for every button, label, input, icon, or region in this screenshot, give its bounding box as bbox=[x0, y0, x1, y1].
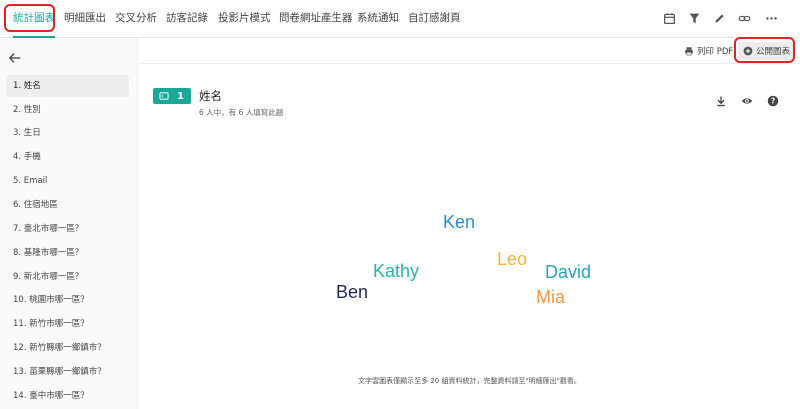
sidebar: 1. 姓名 2. 性別 3. 生日 4. 手機 5. Email 6. 住宿地區… bbox=[0, 38, 138, 409]
public-chart-button[interactable]: 公開圖表 bbox=[738, 42, 796, 60]
sidebar-item-12[interactable]: 12. 新竹縣哪一鄉鎮市？ bbox=[6, 337, 129, 359]
tab-slideshow-mode[interactable]: 投影片模式 bbox=[218, 0, 271, 37]
calendar-icon[interactable] bbox=[661, 10, 677, 26]
question-title: 姓名 bbox=[199, 89, 222, 103]
more-icon[interactable] bbox=[763, 10, 779, 26]
pencil-icon[interactable] bbox=[711, 10, 727, 26]
svg-text:?: ? bbox=[771, 97, 775, 106]
tab-visitor-log[interactable]: 訪客記錄 bbox=[166, 0, 208, 37]
sidebar-item-14[interactable]: 14. 臺中市哪一區？ bbox=[6, 385, 129, 407]
plus-circle-icon bbox=[743, 46, 753, 56]
help-icon[interactable]: ? bbox=[766, 94, 780, 108]
print-pdf-label: 列印 PDF bbox=[697, 47, 734, 57]
question-number-badge: 1 bbox=[153, 88, 191, 104]
sidebar-item-6[interactable]: 6. 住宿地區 bbox=[6, 194, 129, 216]
public-chart-label: 公開圖表 bbox=[756, 47, 791, 57]
footnote: 文字雲圖表僅顯示至多 20 組資料統計，完整資料請至"明細匯出"觀看。 bbox=[358, 377, 581, 385]
top-navigation: 統計圖表 明細匯出 交叉分析 訪客記錄 投影片模式 問卷網址產生器 系統通知 自… bbox=[0, 0, 800, 38]
report-toolbar: 列印 PDF 公開圖表 bbox=[139, 38, 800, 64]
tab-custom-thanks-page[interactable]: 自訂感謝頁 bbox=[408, 0, 461, 37]
question-subtitle: 6 人中，有 6 人填寫此題 bbox=[199, 108, 284, 117]
tab-detail-export[interactable]: 明細匯出 bbox=[64, 0, 106, 37]
text-field-icon bbox=[159, 92, 169, 100]
word-ken: Ken bbox=[443, 212, 476, 232]
sidebar-item-1[interactable]: 1. 姓名 bbox=[6, 75, 129, 97]
word-ben: Ben bbox=[336, 282, 369, 302]
tab-system-notice[interactable]: 系統通知 bbox=[357, 0, 399, 37]
sidebar-item-3[interactable]: 3. 生日 bbox=[6, 122, 129, 144]
filter-icon[interactable] bbox=[686, 10, 702, 26]
word-david: David bbox=[545, 262, 592, 282]
print-pdf-button[interactable]: 列印 PDF bbox=[684, 42, 733, 60]
tab-cross-analysis[interactable]: 交叉分析 bbox=[115, 0, 157, 37]
sidebar-item-9[interactable]: 9. 新北市哪一區？ bbox=[6, 266, 129, 288]
sidebar-item-2[interactable]: 2. 性別 bbox=[6, 99, 129, 121]
sidebar-item-10[interactable]: 10. 桃園市哪一區？ bbox=[6, 289, 129, 311]
sidebar-item-8[interactable]: 8. 基隆市哪一區？ bbox=[6, 242, 129, 264]
sidebar-item-11[interactable]: 11. 新竹市哪一區？ bbox=[6, 313, 129, 335]
printer-icon bbox=[685, 47, 693, 56]
word-mia: Mia bbox=[536, 287, 566, 307]
sidebar-item-7[interactable]: 7. 臺北市哪一區？ bbox=[6, 218, 129, 240]
sidebar-item-5[interactable]: 5. Email bbox=[6, 170, 129, 192]
back-arrow-icon[interactable] bbox=[8, 50, 22, 64]
word-leo: Leo bbox=[497, 249, 528, 269]
link-icon[interactable] bbox=[736, 10, 752, 26]
sidebar-item-4[interactable]: 4. 手機 bbox=[6, 146, 129, 168]
eye-icon[interactable] bbox=[740, 94, 754, 108]
download-icon[interactable] bbox=[714, 94, 728, 108]
tab-survey-url-generator[interactable]: 問卷網址產生器 bbox=[279, 0, 353, 37]
tab-statistics-chart[interactable]: 統計圖表 bbox=[13, 0, 55, 38]
word-kathy: Kathy bbox=[373, 261, 420, 281]
question-number: 1 bbox=[177, 90, 184, 102]
